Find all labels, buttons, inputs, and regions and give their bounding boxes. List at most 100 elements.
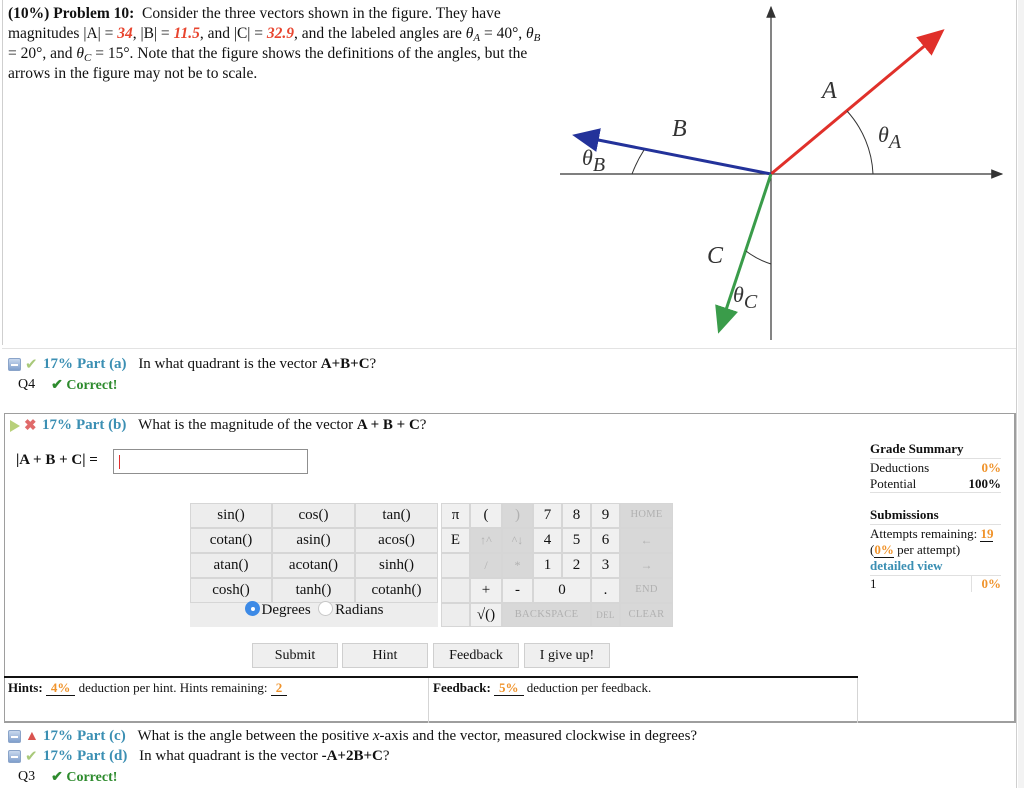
key-cotan[interactable]: cotan() bbox=[190, 528, 272, 553]
key-4[interactable]: 4 bbox=[533, 528, 562, 553]
frame-border-right bbox=[1016, 0, 1017, 788]
problem-title: Problem 10: bbox=[53, 5, 135, 22]
key-5[interactable]: 5 bbox=[562, 528, 591, 553]
radians-label[interactable]: Radians bbox=[335, 602, 383, 618]
key-8[interactable]: 8 bbox=[562, 503, 591, 528]
key-acotan[interactable]: acotan() bbox=[272, 553, 355, 578]
key-e[interactable]: E bbox=[441, 528, 470, 553]
part-c-label: Part (c) bbox=[77, 728, 126, 744]
magnitude-b-label: |B| = bbox=[140, 25, 174, 42]
part-c-header[interactable]: ▲ 17% Part (c) What is the angle between… bbox=[8, 728, 697, 745]
submission-row: 1 0% bbox=[870, 575, 1001, 592]
key-blank bbox=[441, 603, 470, 627]
divider bbox=[4, 676, 858, 678]
divider bbox=[2, 348, 1016, 349]
part-a-answer: Q4 bbox=[18, 377, 36, 392]
part-c-weight: 17% bbox=[43, 728, 73, 744]
key-end[interactable]: END bbox=[620, 578, 673, 603]
key-tan[interactable]: tan() bbox=[355, 503, 438, 528]
collapse-icon[interactable] bbox=[8, 750, 21, 763]
key-0[interactable]: 0 bbox=[533, 578, 591, 603]
collapse-icon[interactable] bbox=[8, 730, 21, 743]
incorrect-x-icon: ✖ bbox=[24, 417, 37, 434]
key-plus[interactable]: + bbox=[470, 578, 502, 603]
correct-badge: ✔ Correct! bbox=[51, 770, 118, 785]
part-b-header[interactable]: ✖ 17% Part (b) What is the magnitude of … bbox=[10, 417, 426, 434]
problem-statement: (10%) Problem 10: Consider the three vec… bbox=[8, 5, 541, 82]
hint-button[interactable]: Hint bbox=[342, 643, 428, 668]
vector-a-arrow bbox=[770, 29, 945, 176]
part-d-label: Part (d) bbox=[77, 748, 128, 764]
part-b-question: What is the magnitude of the vector A + … bbox=[138, 417, 427, 433]
hints-text: deduction per hint. Hints remaining: bbox=[75, 680, 271, 695]
key-left-arrow[interactable]: ← bbox=[620, 528, 673, 553]
key-3[interactable]: 3 bbox=[591, 553, 620, 578]
key-cos[interactable]: cos() bbox=[272, 503, 355, 528]
check-icon: ✔ bbox=[25, 748, 38, 765]
key-clear[interactable]: CLEAR bbox=[620, 603, 673, 627]
numeric-keypad: π ( ) 7 8 9 HOME E ↑^ ^↓ 4 5 6 ← / * 1 2… bbox=[441, 503, 673, 627]
detailed-view-link[interactable]: detailed view bbox=[870, 558, 943, 573]
key-2[interactable]: 2 bbox=[562, 553, 591, 578]
expand-arrow-icon[interactable] bbox=[10, 419, 20, 432]
part-d-header[interactable]: ✔ 17% Part (d) In what quadrant is the v… bbox=[8, 748, 390, 765]
key-close-paren[interactable]: ) bbox=[502, 503, 533, 528]
feedback-text: deduction per feedback. bbox=[523, 680, 652, 695]
theta-b-symbol: θB bbox=[526, 25, 541, 44]
scrollbar[interactable] bbox=[1018, 0, 1024, 788]
key-open-paren[interactable]: ( bbox=[470, 503, 502, 528]
radians-radio[interactable] bbox=[318, 601, 334, 616]
key-asin[interactable]: asin() bbox=[272, 528, 355, 553]
key-tanh[interactable]: tanh() bbox=[272, 578, 355, 603]
check-icon: ✔ bbox=[25, 356, 38, 373]
key-6[interactable]: 6 bbox=[591, 528, 620, 553]
key-sin[interactable]: sin() bbox=[190, 503, 272, 528]
divider bbox=[857, 678, 858, 723]
key-cotanh[interactable]: cotanh() bbox=[355, 578, 438, 603]
key-divide[interactable]: / bbox=[470, 553, 502, 578]
part-a-label: Part (a) bbox=[77, 356, 127, 372]
potential-label: Potential bbox=[870, 475, 917, 491]
part-d-question: In what quadrant is the vector -A+2B+C? bbox=[139, 748, 390, 764]
key-sqrt[interactable]: √() bbox=[470, 603, 502, 627]
part-a-weight: 17% bbox=[43, 356, 73, 372]
part-a-header[interactable]: ✔ 17% Part (a) In what quadrant is the v… bbox=[8, 356, 376, 373]
deductions-label: Deductions bbox=[870, 460, 930, 475]
magnitude-c-value: 32.9 bbox=[266, 25, 295, 42]
key-right-arrow[interactable]: → bbox=[620, 553, 673, 578]
key-del[interactable]: DEL bbox=[591, 603, 620, 627]
key-1[interactable]: 1 bbox=[533, 553, 562, 578]
hints-remaining: 2 bbox=[275, 680, 283, 695]
feedback-button[interactable]: Feedback bbox=[433, 643, 519, 668]
key-home[interactable]: HOME bbox=[620, 503, 673, 528]
angle-mode-group: Degrees Radians bbox=[190, 601, 438, 619]
key-9[interactable]: 9 bbox=[591, 503, 620, 528]
key-down-power[interactable]: ^↓ bbox=[502, 528, 533, 553]
answer-input[interactable] bbox=[113, 449, 308, 474]
key-7[interactable]: 7 bbox=[533, 503, 562, 528]
key-minus[interactable]: - bbox=[502, 578, 533, 603]
give-up-button[interactable]: I give up! bbox=[524, 643, 610, 668]
part-d-weight: 17% bbox=[43, 748, 73, 764]
warning-icon: ▲ bbox=[25, 728, 39, 744]
label-theta-c: θC bbox=[733, 282, 758, 313]
key-backspace[interactable]: BACKSPACE bbox=[502, 603, 591, 627]
submit-button[interactable]: Submit bbox=[252, 643, 338, 668]
label-b: B bbox=[672, 116, 687, 142]
grade-summary-title: Grade Summary bbox=[870, 441, 1001, 459]
key-decimal[interactable]: . bbox=[591, 578, 620, 603]
key-atan[interactable]: atan() bbox=[190, 553, 272, 578]
collapse-icon[interactable] bbox=[8, 358, 21, 371]
submissions-title: Submissions bbox=[870, 507, 1001, 525]
hints-info: Hints: 4% deduction per hint. Hints rema… bbox=[8, 680, 288, 696]
key-acos[interactable]: acos() bbox=[355, 528, 438, 553]
magnitude-a-value: 34 bbox=[117, 25, 133, 42]
degrees-label[interactable]: Degrees bbox=[262, 602, 311, 618]
key-cosh[interactable]: cosh() bbox=[190, 578, 272, 603]
hints-label: Hints: bbox=[8, 680, 43, 695]
key-multiply[interactable]: * bbox=[502, 553, 533, 578]
degrees-radio[interactable] bbox=[244, 601, 260, 616]
key-up-power[interactable]: ↑^ bbox=[470, 528, 502, 553]
key-pi[interactable]: π bbox=[441, 503, 470, 528]
key-sinh[interactable]: sinh() bbox=[355, 553, 438, 578]
